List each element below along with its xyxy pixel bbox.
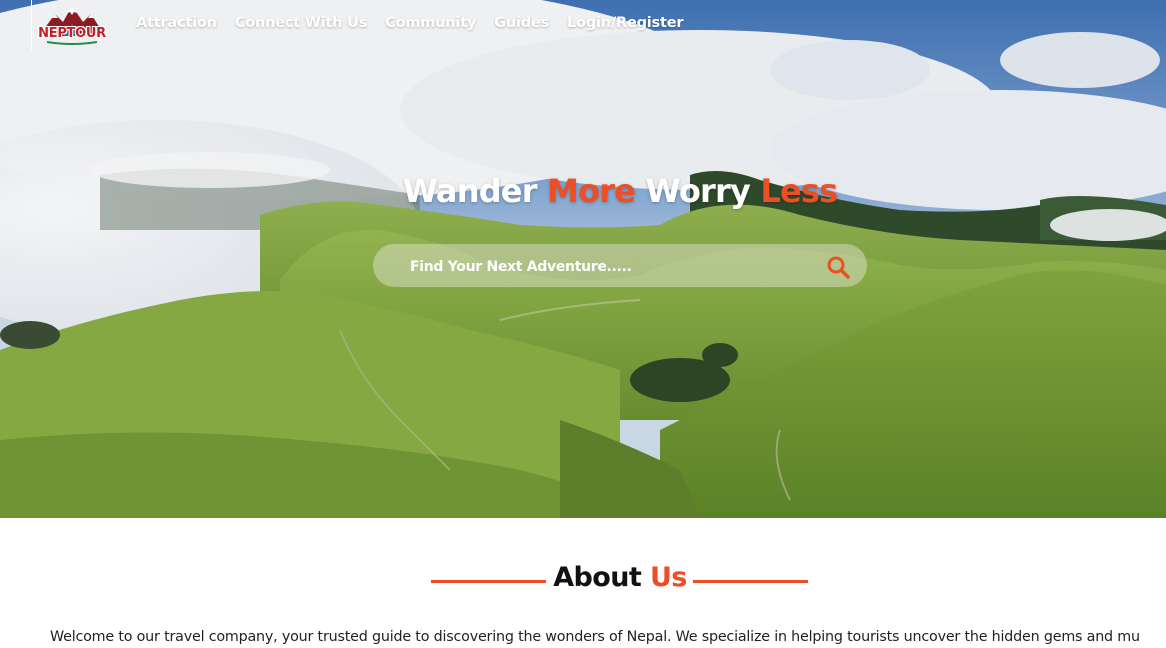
logo-mountain-emblem bbox=[39, 6, 105, 45]
nav-attraction[interactable]: Attraction bbox=[136, 15, 217, 31]
search-input[interactable] bbox=[408, 244, 812, 289]
headline-word-more: More bbox=[547, 172, 636, 210]
search-bar bbox=[373, 244, 867, 289]
hero-headline: Wander More Worry Less bbox=[0, 172, 1166, 210]
headline-word-wander: Wander bbox=[402, 172, 538, 210]
about-title: About Us bbox=[520, 562, 720, 593]
search-button[interactable] bbox=[825, 254, 851, 280]
about-heading-right-rule bbox=[693, 580, 808, 583]
nav-login-register[interactable]: Login/Register bbox=[567, 15, 683, 31]
nav-community[interactable]: Community bbox=[385, 15, 476, 31]
headline-word-less: Less bbox=[760, 172, 838, 210]
about-description: Welcome to our travel company, your trus… bbox=[50, 629, 1140, 645]
nav-guides[interactable]: Guides bbox=[494, 15, 549, 31]
main-navigation: Attraction Connect With Us Community Gui… bbox=[136, 15, 701, 31]
nav-connect-with-us[interactable]: Connect With Us bbox=[235, 15, 368, 31]
headline-word-worry: Worry bbox=[645, 172, 751, 210]
search-icon bbox=[827, 256, 850, 279]
about-section-heading: About Us bbox=[0, 562, 1166, 602]
logo-text: NEPTOUR bbox=[38, 26, 106, 41]
logo-divider bbox=[31, 0, 32, 50]
neptour-logo[interactable]: NEPTOUR bbox=[33, 2, 111, 48]
about-title-word-about: About bbox=[553, 562, 642, 593]
hero-section: NEPTOUR Attraction Connect With Us Commu… bbox=[0, 0, 1166, 518]
about-title-word-us: Us bbox=[649, 562, 687, 593]
